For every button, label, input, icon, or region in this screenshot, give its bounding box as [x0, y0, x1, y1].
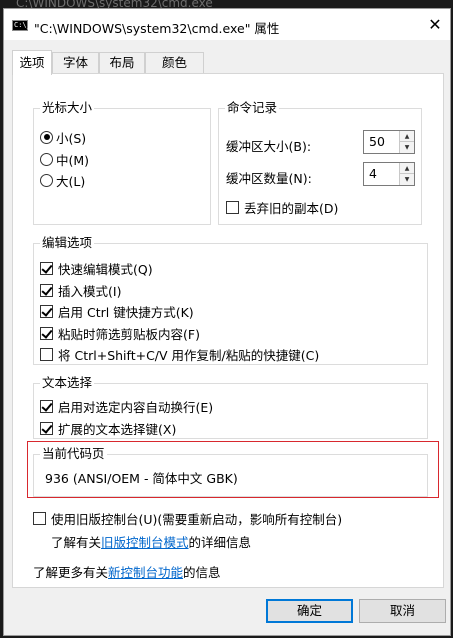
- cursor-large-radio[interactable]: 大(L): [40, 171, 85, 189]
- spin-down-icon[interactable]: ▼: [400, 174, 414, 185]
- cursor-size-group: 光标大小 小(S) 中(M) 大(L): [33, 100, 211, 225]
- discard-duplicates-checkbox[interactable]: 丢弃旧的副本(D): [226, 198, 338, 216]
- filter-clipboard-label: 粘贴时筛选剪贴板内容(F): [58, 326, 200, 342]
- edit-options-label: 编辑选项: [40, 235, 95, 251]
- legacy-console-link[interactable]: 旧版控制台模式: [101, 532, 189, 551]
- filter-clipboard-checkbox[interactable]: 粘贴时筛选剪贴板内容(F): [40, 324, 200, 342]
- checkbox-icon: [226, 200, 239, 214]
- tab-options[interactable]: 选项: [12, 50, 52, 75]
- insert-mode-checkbox[interactable]: 插入模式(I): [40, 281, 121, 299]
- legacy-console-checkbox[interactable]: 使用旧版控制台(U)(需要重新启动，影响所有控制台): [33, 509, 342, 527]
- title-bar: C:\_ "C:\WINDOWS\system32\cmd.exe" 属性 ✕: [4, 9, 450, 40]
- ok-button[interactable]: 确定: [266, 599, 353, 623]
- window-title: "C:\WINDOWS\system32\cmd.exe" 属性: [34, 21, 280, 36]
- buffer-size-label: 缓冲区大小(B):: [226, 138, 312, 154]
- close-icon[interactable]: ✕: [420, 9, 450, 40]
- tab-font[interactable]: 字体: [52, 52, 99, 74]
- legacy-console-info: 了解有关 旧版控制台模式 的详细信息: [51, 532, 251, 550]
- buffer-count-value[interactable]: 4: [369, 166, 377, 181]
- buffer-count-label: 缓冲区数量(N):: [226, 170, 312, 186]
- line-wrap-selection-label: 启用对选定内容自动换行(E): [58, 399, 214, 415]
- checkbox-icon: [33, 511, 46, 525]
- ctrl-shift-copy-paste-checkbox[interactable]: 将 Ctrl+Shift+C/V 用作复制/粘贴的快捷键(C): [40, 345, 319, 363]
- spin-up-icon[interactable]: ▲: [400, 131, 414, 142]
- legacy-console-label: 使用旧版控制台(U)(需要重新启动，影响所有控制台): [51, 511, 343, 527]
- cursor-large-label: 大(L): [56, 173, 86, 189]
- ctrl-shortcuts-label: 启用 Ctrl 键快捷方式(K): [58, 304, 194, 320]
- code-page-highlight: [27, 441, 439, 498]
- extended-selection-keys-checkbox[interactable]: 扩展的文本选择键(X): [40, 419, 176, 437]
- tab-colors[interactable]: 颜色: [145, 52, 204, 74]
- checkbox-checked-icon: [40, 283, 53, 297]
- options-panel: 光标大小 小(S) 中(M) 大(L) 命令记录 缓冲区大小(B): 50 ▲: [12, 73, 444, 588]
- cursor-medium-radio[interactable]: 中(M): [40, 150, 89, 168]
- new-features-suffix: 的信息: [183, 564, 221, 580]
- checkbox-checked-icon: [40, 261, 53, 275]
- quick-edit-checkbox[interactable]: 快速编辑模式(Q): [40, 259, 153, 277]
- cursor-size-label: 光标大小: [40, 100, 95, 116]
- ctrl-shortcuts-checkbox[interactable]: 启用 Ctrl 键快捷方式(K): [40, 302, 194, 320]
- buffer-size-value[interactable]: 50: [369, 134, 385, 149]
- checkbox-checked-icon: [40, 421, 53, 435]
- radio-icon: [40, 173, 53, 187]
- text-selection-label: 文本选择: [40, 375, 95, 391]
- cancel-button[interactable]: 取消: [359, 599, 446, 623]
- radio-icon: [40, 152, 53, 166]
- discard-duplicates-label: 丢弃旧的副本(D): [244, 200, 339, 216]
- checkbox-checked-icon: [40, 304, 53, 318]
- new-features-link[interactable]: 新控制台功能: [108, 562, 183, 581]
- cursor-small-label: 小(S): [56, 130, 87, 146]
- new-features-info: 了解更多有关 新控制台功能 的信息: [33, 562, 221, 580]
- properties-dialog: C:\_ "C:\WINDOWS\system32\cmd.exe" 属性 ✕ …: [3, 8, 451, 636]
- extended-selection-keys-label: 扩展的文本选择键(X): [58, 421, 177, 437]
- buffer-size-spinner[interactable]: 50 ▲ ▼: [363, 130, 415, 154]
- legacy-info-prefix: 了解有关: [51, 534, 102, 550]
- spin-down-icon[interactable]: ▼: [400, 142, 414, 153]
- quick-edit-label: 快速编辑模式(Q): [58, 261, 153, 277]
- spinner-buttons: ▲ ▼: [399, 163, 414, 185]
- legacy-info-suffix: 的详细信息: [188, 534, 252, 550]
- spin-up-icon[interactable]: ▲: [400, 163, 414, 174]
- command-history-label: 命令记录: [225, 100, 280, 116]
- cmd-icon: C:\_: [12, 20, 31, 31]
- cursor-small-radio[interactable]: 小(S): [40, 128, 86, 146]
- tab-layout[interactable]: 布局: [99, 52, 145, 74]
- insert-mode-label: 插入模式(I): [58, 283, 122, 299]
- ctrl-shift-copy-paste-label: 将 Ctrl+Shift+C/V 用作复制/粘贴的快捷键(C): [58, 347, 320, 363]
- radio-selected-icon: [40, 130, 53, 144]
- checkbox-checked-icon: [40, 399, 53, 413]
- cursor-medium-label: 中(M): [56, 152, 90, 168]
- new-features-prefix: 了解更多有关: [33, 564, 109, 580]
- checkbox-icon: [40, 347, 53, 361]
- line-wrap-selection-checkbox[interactable]: 启用对选定内容自动换行(E): [40, 397, 213, 415]
- edit-options-group: 编辑选项 快速编辑模式(Q) 插入模式(I) 启用 Ctrl 键快捷方式(K) …: [33, 235, 428, 365]
- command-history-group: 命令记录 缓冲区大小(B): 50 ▲ ▼ 缓冲区数量(N): 4 ▲ ▼ 丢弃…: [218, 100, 422, 225]
- buffer-count-spinner[interactable]: 4 ▲ ▼: [363, 162, 415, 186]
- checkbox-checked-icon: [40, 326, 53, 340]
- spinner-buttons: ▲ ▼: [399, 131, 414, 153]
- text-selection-group: 文本选择 启用对选定内容自动换行(E) 扩展的文本选择键(X): [33, 375, 428, 439]
